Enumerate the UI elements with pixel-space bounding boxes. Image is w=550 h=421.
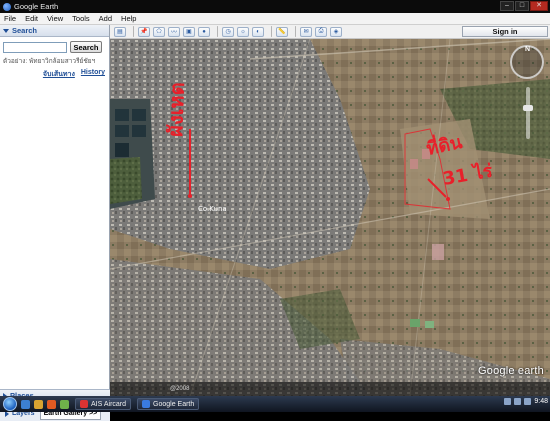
search-input[interactable]: [3, 41, 67, 53]
menu-view[interactable]: View: [43, 14, 68, 23]
window-title: Google Earth: [14, 2, 59, 11]
email-icon[interactable]: ✉: [300, 26, 312, 37]
task-google-earth[interactable]: Google Earth: [137, 398, 200, 410]
menu-bar: File Edit View Tools Add Help: [0, 13, 550, 25]
search-links: จับเส้นทาง History: [0, 66, 109, 80]
minimize-button[interactable]: –: [500, 1, 514, 11]
google-maps-icon[interactable]: ◈: [330, 26, 342, 37]
search-example: ตัวอย่าง: พัทยาวิกล้อมสาวรีย์ชัยฯ: [3, 58, 96, 65]
menu-help[interactable]: Help: [117, 14, 141, 23]
toolbar-separator: [271, 26, 272, 37]
google-earth-task-icon: [142, 400, 151, 408]
status-text: @2008: [170, 386, 190, 392]
close-button[interactable]: ✕: [530, 1, 548, 11]
historical-imagery-icon[interactable]: ◷: [222, 26, 234, 37]
ie-icon[interactable]: [21, 399, 30, 409]
network-icon[interactable]: [504, 398, 512, 405]
directions-link[interactable]: จับเส้นทาง: [43, 69, 75, 80]
sunlight-icon[interactable]: ☼: [237, 26, 249, 37]
google-earth-watermark: Google earth: [478, 365, 544, 377]
navigation-compass[interactable]: N: [510, 45, 544, 79]
status-bar: @2008: [110, 382, 550, 396]
ais-aircard-icon: [80, 400, 88, 408]
print-icon[interactable]: ⎙: [315, 26, 327, 37]
window-controls: – □ ✕: [500, 1, 548, 11]
maximize-button[interactable]: □: [515, 1, 529, 11]
toolbar-separator: [217, 26, 218, 37]
toolbar-separator: [295, 26, 296, 37]
menu-add[interactable]: Add: [95, 14, 117, 23]
sidebar: Search Search ตัวอย่าง: พัทยาวิกล้อมสาวร…: [0, 25, 110, 421]
menu-tools[interactable]: Tools: [68, 14, 95, 23]
task-ais-aircard-label: AIS Aircard: [91, 400, 127, 408]
task-google-earth-label: Google Earth: [153, 400, 195, 408]
sign-in-button[interactable]: Sign in: [462, 26, 548, 37]
polygon-icon[interactable]: ⬠: [153, 26, 165, 37]
map-view[interactable]: ผังเหต ที่ดิน 31 ไร่ Co.Kuna N Google ea…: [110, 39, 550, 396]
title-bar: Google Earth – □ ✕: [0, 0, 550, 13]
satellite-imagery: [110, 39, 550, 396]
toolbar: ▤ 📌 ⬠ 〰 ▣ ● ◷ ☼ ◐ 📏 ✉ ⎙ ◈ Sign in: [110, 25, 550, 39]
search-button[interactable]: Search: [70, 41, 102, 53]
placemark-icon[interactable]: 📌: [138, 26, 150, 37]
sidebar-toggle-icon[interactable]: ▤: [114, 26, 126, 37]
volume-icon[interactable]: [514, 398, 522, 405]
start-button[interactable]: [3, 397, 17, 411]
search-panel-header[interactable]: Search: [0, 25, 109, 37]
history-link[interactable]: History: [81, 69, 105, 80]
system-tray: 9:48: [504, 398, 548, 405]
image-overlay-icon[interactable]: ▣: [183, 26, 195, 37]
zoom-slider[interactable]: [523, 87, 533, 139]
collapse-triangle-icon: [3, 28, 9, 33]
google-earth-icon: [3, 2, 11, 11]
firefox-icon[interactable]: [47, 399, 56, 409]
media-icon[interactable]: [60, 399, 69, 409]
record-tour-icon[interactable]: ●: [198, 26, 210, 37]
zoom-slider-knob[interactable]: [523, 105, 533, 111]
toolbar-separator: [133, 26, 134, 37]
folder-icon[interactable]: [34, 399, 43, 409]
task-ais-aircard[interactable]: AIS Aircard: [75, 398, 132, 410]
ruler-icon[interactable]: 📏: [276, 26, 288, 37]
clock[interactable]: 9:48: [534, 398, 548, 405]
taskbar: AIS Aircard Google Earth 9:48: [0, 396, 550, 412]
menu-edit[interactable]: Edit: [21, 14, 43, 23]
planets-icon[interactable]: ◐: [252, 26, 264, 37]
path-icon[interactable]: 〰: [168, 26, 180, 37]
search-row: Search: [0, 37, 109, 53]
compass-north-label: N: [525, 46, 531, 53]
menu-file[interactable]: File: [0, 14, 21, 23]
search-results-area: [0, 97, 109, 389]
search-panel-title: Search: [12, 26, 38, 35]
language-icon[interactable]: [524, 398, 532, 405]
